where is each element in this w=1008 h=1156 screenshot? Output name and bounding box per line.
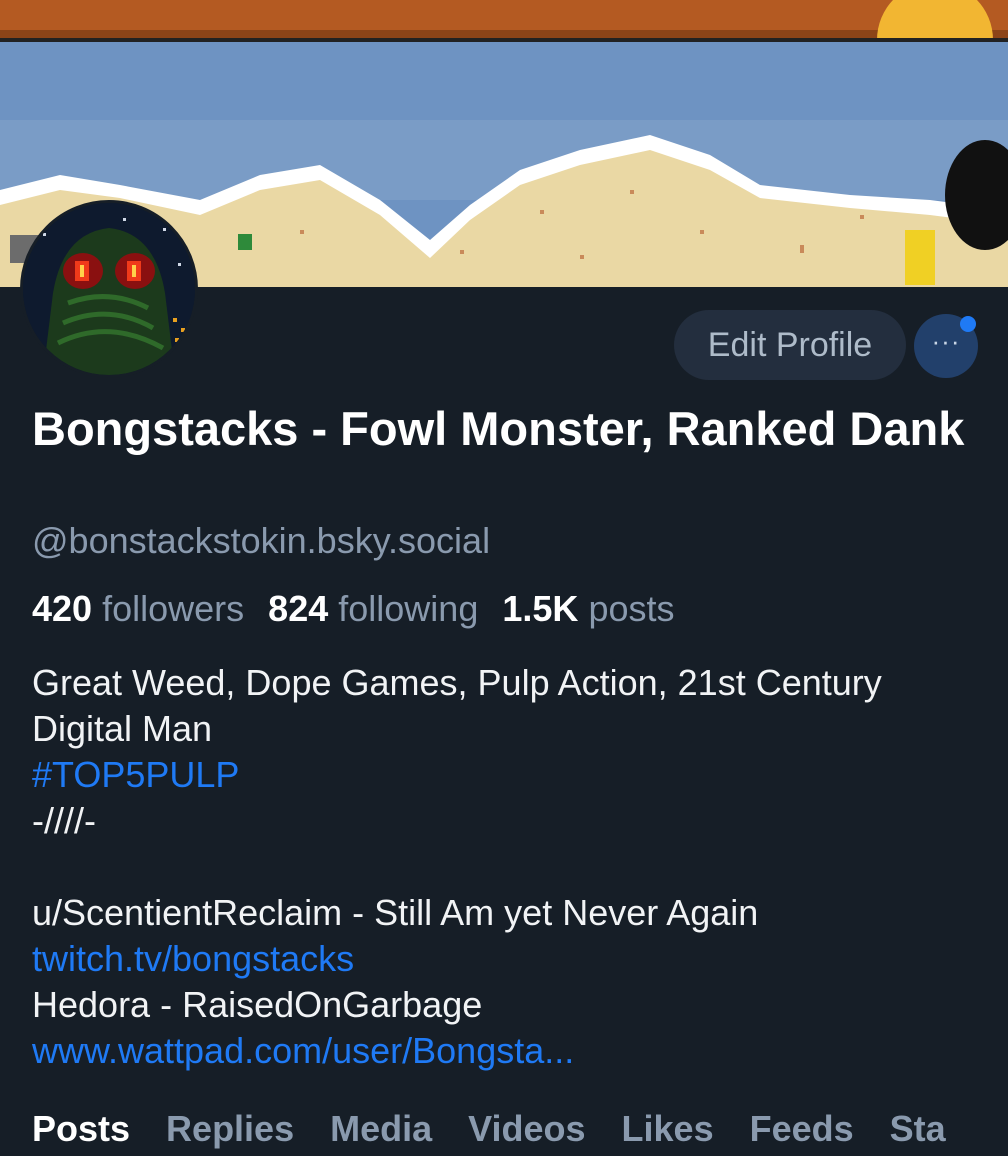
ellipsis-icon: ··· [931, 326, 961, 356]
followers-stat[interactable]: 420 followers [32, 588, 244, 629]
bio-blank-line [32, 844, 982, 890]
profile-bio: Great Weed, Dope Games, Pulp Action, 21s… [32, 660, 982, 1074]
hashtag-link[interactable]: #TOP5PULP [32, 752, 982, 798]
followers-count: 420 [32, 588, 93, 629]
profile-tabs: Posts Replies Media Videos Likes Feeds Sta [32, 1108, 982, 1150]
bio-line: Digital Man [32, 708, 213, 749]
avatar-image [23, 203, 195, 375]
bio-line: -////- [32, 800, 96, 841]
bio-line: u/ScentientReclaim - Still Am yet Never … [32, 892, 759, 933]
following-count: 824 [268, 588, 329, 629]
posts-label: posts [588, 588, 675, 629]
avatar[interactable] [20, 200, 198, 378]
profile-handle: @bonstackstokin.bsky.social [32, 520, 491, 561]
following-stat[interactable]: 824 following [268, 588, 478, 629]
edit-profile-button[interactable]: Edit Profile [674, 310, 906, 380]
followers-label: followers [102, 588, 245, 629]
tab-posts[interactable]: Posts [32, 1108, 130, 1150]
posts-count: 1.5K [502, 588, 579, 629]
wattpad-link[interactable]: www.wattpad.com/user/Bongsta... [32, 1028, 982, 1074]
tab-videos[interactable]: Videos [468, 1108, 585, 1150]
tab-media[interactable]: Media [330, 1108, 432, 1150]
tab-likes[interactable]: Likes [622, 1108, 714, 1150]
following-label: following [338, 588, 479, 629]
tab-replies[interactable]: Replies [166, 1108, 294, 1150]
twitch-link[interactable]: twitch.tv/bongstacks [32, 936, 982, 982]
tab-starter-packs[interactable]: Sta [890, 1108, 946, 1150]
tab-feeds[interactable]: Feeds [750, 1108, 854, 1150]
display-name: Bongstacks - Fowl Monster, Ranked Dank [32, 402, 965, 455]
bio-line: Great Weed, Dope Games, Pulp Action, 21s… [32, 662, 882, 703]
notification-dot [960, 316, 976, 332]
bio-line: Hedora - RaisedOnGarbage [32, 984, 483, 1025]
profile-stats: 420 followers 824 following 1.5K posts [32, 588, 688, 630]
posts-stat: 1.5K posts [502, 588, 674, 629]
